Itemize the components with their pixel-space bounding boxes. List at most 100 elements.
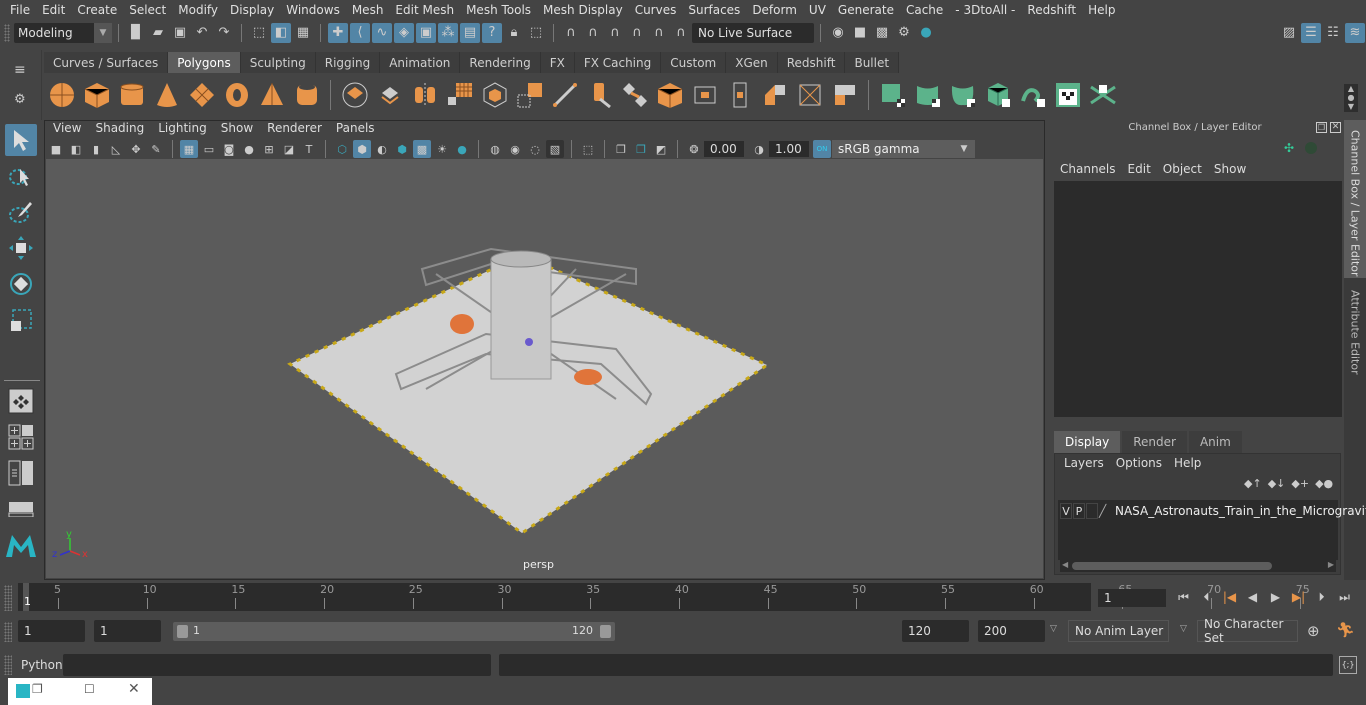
side-tab-channel-box[interactable]: Channel Box / Layer Editor xyxy=(1344,120,1366,278)
2d-pan-zoom-icon[interactable]: ✥ xyxy=(127,140,145,158)
shelf-tab-custom[interactable]: Custom xyxy=(661,52,727,73)
open-scene-icon[interactable]: ▰ xyxy=(148,23,168,43)
auto-key-icon[interactable]: ⊕ xyxy=(1307,622,1320,640)
live-surface-field[interactable]: No Live Surface xyxy=(692,22,814,43)
menu-create[interactable]: Create xyxy=(71,3,123,17)
shelf-tab-fx-caching[interactable]: FX Caching xyxy=(574,52,662,73)
snap-curve-icon[interactable]: ⟨ xyxy=(350,22,370,43)
bevel-icon[interactable] xyxy=(514,79,546,111)
snap-grid-icon[interactable]: ✚ xyxy=(328,22,348,43)
move-tool-icon[interactable] xyxy=(5,232,37,264)
channel-box-area[interactable] xyxy=(1054,181,1342,417)
layer-menu-layers[interactable]: Layers xyxy=(1058,456,1110,470)
shelf-tab-polygons[interactable]: Polygons xyxy=(168,52,241,73)
layer-playback-toggle[interactable]: P xyxy=(1073,503,1085,519)
wedge-icon[interactable] xyxy=(759,79,791,111)
snap-clapper-icon[interactable]: ▤ xyxy=(460,22,480,43)
insert-edge-loop-icon[interactable] xyxy=(654,79,686,111)
maximize-icon[interactable]: ☐ xyxy=(84,682,95,696)
snap-point-icon[interactable]: ∿ xyxy=(372,22,392,43)
viewport-menu-lighting[interactable]: Lighting xyxy=(151,121,214,139)
extrude-icon[interactable] xyxy=(584,79,616,111)
shadows-icon[interactable]: ● xyxy=(453,140,471,158)
menu-curves[interactable]: Curves xyxy=(629,3,683,17)
viewport-menu-show[interactable]: Show xyxy=(214,121,260,139)
grip-handle[interactable] xyxy=(4,655,12,675)
smooth-icon[interactable] xyxy=(444,79,476,111)
poly-plane-icon[interactable] xyxy=(186,79,218,111)
shelf-tab-sculpting[interactable]: Sculpting xyxy=(240,52,316,73)
close-window-icon[interactable]: ✕ xyxy=(128,681,140,697)
attribute-editor-toggle-icon[interactable]: ☰ xyxy=(1301,22,1321,43)
select-lock-icon[interactable]: ⬚ xyxy=(526,23,546,43)
select-tool-icon[interactable] xyxy=(5,124,37,156)
menu-generate[interactable]: Generate xyxy=(832,3,900,17)
extract-icon[interactable] xyxy=(479,79,511,111)
undo-icon[interactable]: ↶ xyxy=(192,23,212,43)
camera-icon[interactable]: ■ xyxy=(47,140,65,158)
wireframe-on-shaded-icon[interactable]: ⬢ xyxy=(393,140,411,158)
restore-icon[interactable]: ❐ xyxy=(32,682,43,696)
poly-pyramid-icon[interactable] xyxy=(256,79,288,111)
magnet-grid-icon[interactable]: ∩ xyxy=(561,23,581,43)
menu-display[interactable]: Display xyxy=(224,3,280,17)
chevron-down-icon[interactable]: ▽ xyxy=(1050,624,1057,634)
menu-select[interactable]: Select xyxy=(123,3,172,17)
save-scene-icon[interactable]: ▣ xyxy=(170,23,190,43)
xray-icon[interactable]: ❐ xyxy=(612,140,630,158)
merge-icon[interactable] xyxy=(829,79,861,111)
fill-hole-icon[interactable] xyxy=(724,79,756,111)
menu-mesh[interactable]: Mesh xyxy=(346,3,390,17)
shelf-tab-redshift[interactable]: Redshift xyxy=(777,52,846,73)
camera-attributes-icon[interactable]: ◧ xyxy=(67,140,85,158)
channel-box-menu-show[interactable]: Show xyxy=(1208,162,1252,176)
channel-box-menu-channels[interactable]: Channels xyxy=(1054,162,1122,176)
motion-blur-icon[interactable]: ◉ xyxy=(506,140,524,158)
new-scene-icon[interactable]: ▉ xyxy=(126,23,146,43)
magnet-view-icon[interactable]: ∩ xyxy=(627,23,647,43)
grid-icon[interactable]: ▦ xyxy=(180,140,198,158)
color-management-toggle[interactable]: ON xyxy=(813,140,831,158)
default-material-icon[interactable]: ◐ xyxy=(373,140,391,158)
layer-menu-options[interactable]: Options xyxy=(1110,456,1168,470)
select-component-icon[interactable]: ▦ xyxy=(293,23,313,43)
scroll-right-icon[interactable]: ▶ xyxy=(1328,560,1334,569)
graph-layout-icon[interactable] xyxy=(5,493,37,525)
layer-color-swatch[interactable]: ╱ xyxy=(1099,504,1113,518)
shelf-tab-xgen[interactable]: XGen xyxy=(726,52,778,73)
gamma-field[interactable]: 1.00 xyxy=(769,141,809,157)
range-end-handle[interactable] xyxy=(600,625,611,638)
layer-tab-render[interactable]: Render xyxy=(1122,431,1187,453)
viewport-menu-shading[interactable]: Shading xyxy=(88,121,151,139)
single-view-layout-icon[interactable] xyxy=(5,385,37,417)
gate-mask-icon[interactable]: ● xyxy=(240,140,258,158)
image-plane-icon[interactable]: ◺ xyxy=(107,140,125,158)
modeling-toolkit-icon[interactable]: ▨ xyxy=(1279,23,1299,43)
film-gate-icon[interactable]: ▭ xyxy=(200,140,218,158)
depth-of-field-icon[interactable]: ▧ xyxy=(546,140,564,158)
bridge-icon[interactable] xyxy=(619,79,651,111)
smooth-shade-icon[interactable]: ⬢ xyxy=(353,140,371,158)
move-layer-up-icon[interactable]: ◆↑ xyxy=(1244,477,1262,490)
exposure-field[interactable]: 0.00 xyxy=(704,141,744,157)
append-icon[interactable] xyxy=(689,79,721,111)
layer-list-scrollbar[interactable]: ◀ ▶ xyxy=(1060,560,1336,572)
separate-icon[interactable] xyxy=(374,79,406,111)
menu-cache[interactable]: Cache xyxy=(900,3,949,17)
menu-file[interactable]: File xyxy=(4,3,36,17)
layer-tab-anim[interactable]: Anim xyxy=(1188,431,1242,453)
isolate-select-icon[interactable]: ⬚ xyxy=(579,140,597,158)
paint-select-tool-icon[interactable] xyxy=(5,196,37,228)
outliner-layout-icon[interactable] xyxy=(5,457,37,489)
menu-deform[interactable]: Deform xyxy=(746,3,803,17)
snap-view-plane-icon[interactable]: ◈ xyxy=(394,22,414,43)
safe-action-icon[interactable]: ◪ xyxy=(280,140,298,158)
range-start-handle[interactable] xyxy=(177,625,188,638)
textured-icon[interactable]: ▩ xyxy=(413,140,431,158)
character-set-dropdown[interactable]: No Character Set xyxy=(1197,617,1298,645)
animation-end-field[interactable]: 200 xyxy=(978,620,1045,642)
snap-vertex-icon[interactable]: ⁂ xyxy=(438,22,458,43)
shelf-tab-bullet[interactable]: Bullet xyxy=(845,52,900,73)
xray-joints-icon[interactable]: ◩ xyxy=(652,140,670,158)
play-backward-icon[interactable]: ◀ xyxy=(1241,587,1264,607)
